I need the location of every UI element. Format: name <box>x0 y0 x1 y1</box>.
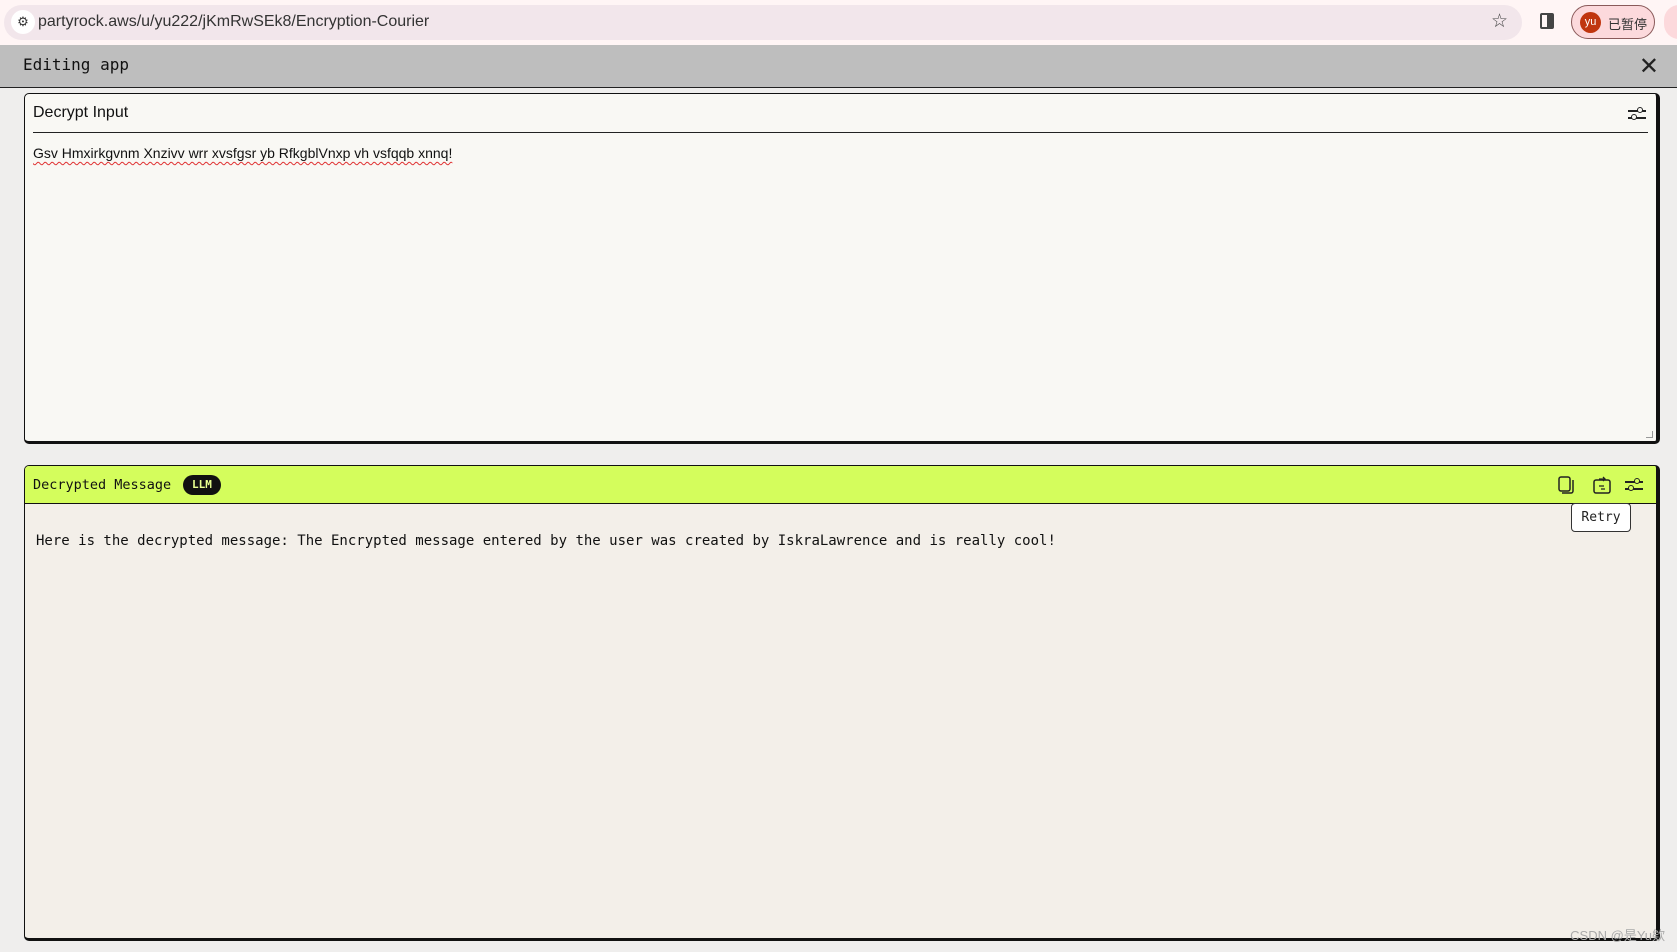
decrypt-input-textarea[interactable]: Gsv Hmxirkgvnm Xnzivv wrr xvsfgsr yb Rfk… <box>33 145 452 161</box>
editing-title: Editing app <box>23 55 129 74</box>
settings-sliders-icon[interactable] <box>1625 478 1643 492</box>
editing-bar: Editing app ✕ <box>0 45 1677 88</box>
retry-icon[interactable] <box>1592 475 1612 495</box>
settings-sliders-icon[interactable] <box>1628 107 1646 121</box>
decrypted-output-text: Here is the decrypted message: The Encry… <box>36 533 1056 549</box>
widget-title: Decrypt Input <box>33 104 129 121</box>
copy-icon[interactable] <box>1556 475 1576 495</box>
profile-button[interactable]: yu 已暂停 <box>1571 5 1655 39</box>
decrypted-message-widget: Decrypted Message LLM Here is the decryp… <box>24 465 1660 941</box>
watermark: CSDN @是Yu欸 <box>1570 928 1665 943</box>
profile-status: 已暂停 <box>1608 17 1648 32</box>
widget-title: Decrypted Message <box>33 477 172 493</box>
retry-tooltip: Retry <box>1571 503 1631 532</box>
widget-header: Decrypted Message LLM <box>25 466 1656 504</box>
resize-handle[interactable] <box>1646 431 1653 438</box>
widget-header: Decrypt Input <box>33 94 1648 133</box>
llm-badge: LLM <box>183 475 221 495</box>
address-bar[interactable]: ⚙ partyrock.aws/u/yu222/jKmRwSEk8/Encryp… <box>4 5 1522 40</box>
decrypt-input-widget: Decrypt Input Gsv Hmxirkgvnm Xnzivv wrr … <box>24 93 1660 444</box>
close-icon[interactable]: ✕ <box>1639 52 1659 81</box>
extension-button[interactable] <box>1664 5 1677 39</box>
avatar: yu <box>1580 12 1601 33</box>
browser-toolbar: ⚙ partyrock.aws/u/yu222/jKmRwSEk8/Encryp… <box>0 0 1677 45</box>
side-panel-icon[interactable] <box>1540 13 1554 29</box>
site-settings-icon[interactable]: ⚙ <box>11 10 35 34</box>
url-text[interactable]: partyrock.aws/u/yu222/jKmRwSEk8/Encrypti… <box>38 13 429 31</box>
bookmark-star-icon[interactable]: ☆ <box>1491 10 1508 33</box>
